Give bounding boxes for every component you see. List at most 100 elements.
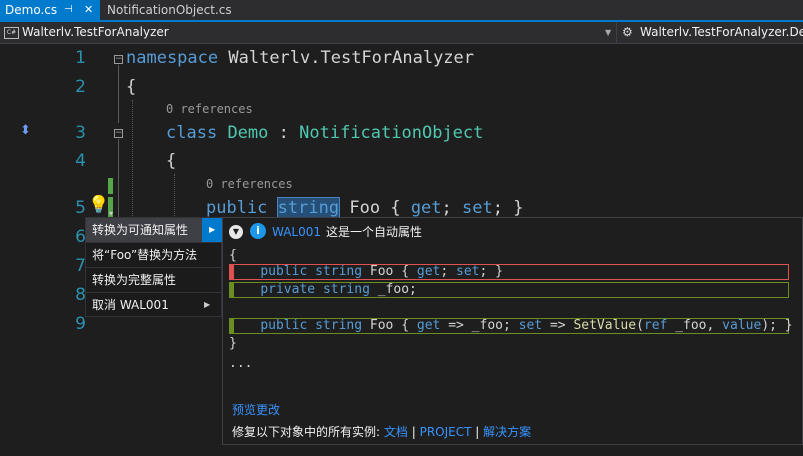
navbar-divider [616,22,617,43]
keyword: class [166,123,218,143]
line-number: 5 [75,198,86,218]
identifier: _foo, [675,318,715,333]
menu-item-suppress[interactable]: 取消 WAL001 ▶ [86,293,223,317]
member-dropdown[interactable]: ⚙ Walterlv.TestForAnalyzer.Demo [618,22,803,43]
tab-label: Demo.cs [5,3,58,17]
changed-line-marker [108,178,113,194]
lightbulb-icon[interactable]: 💡 [88,194,109,216]
keyword: public [260,318,308,333]
keyword: public [206,198,268,218]
keyword: private [260,282,316,297]
link-separator: | [411,425,416,439]
menu-item-convert-notifiable[interactable]: 转换为可通知属性 ▶ [86,218,223,242]
namespace-name: Walterlv.TestForAnalyzer [228,48,475,68]
line-number: 8 [75,285,86,305]
semicolon: ; [441,198,452,218]
class-name: Demo [227,123,269,143]
chevron-right-icon: ▶ [209,225,216,234]
line-number: 2 [75,77,86,97]
pin-icon[interactable]: ⊣ [64,0,73,20]
fix-preview-pane: ▼ i WAL001 这是一个自动属性 { public string Foo … [222,217,803,445]
brace: } [229,336,237,351]
semicolon: ; [492,198,503,218]
fold-line [118,65,119,123]
fix-all-document-link[interactable]: 文档 [384,425,408,439]
fix-all-solution-link[interactable]: 解决方案 [483,425,531,439]
line-number: 1 [75,48,86,68]
fold-line [118,139,119,219]
operator: => [448,318,464,333]
quick-actions-menu: 转换为可通知属性 ▶ 将“Foo”替换为方法 转换为完整属性 取消 WAL001… [85,217,223,317]
base-type: NotificationObject [299,123,484,143]
class-icon: ⚙ [622,25,633,39]
keyword: get [410,198,442,218]
menu-item-label: 取消 WAL001 [92,298,169,312]
brace: } [495,264,503,279]
code-line-4: { [166,151,176,171]
code-line-1: namespace Walterlv.TestForAnalyzer [126,48,474,68]
code-line-5: public string Foo { get; set; } [206,197,524,219]
selected-keyword: string [276,197,341,219]
member-label: Walterlv.TestForAnalyzer.Demo [640,25,803,39]
colon: : [278,123,289,143]
diagnostic-header: ▼ i WAL001 这是一个自动属性 [223,218,803,246]
property-name: Foo [349,198,381,218]
document-tab-bar: Demo.cs ⊣ ✕ NotificationObject.cs [0,0,803,22]
keyword: set [456,264,480,279]
brace: { [229,248,237,263]
line-number: 7 [75,256,86,276]
menu-item-replace-with-method[interactable]: 将“Foo”替换为方法 [86,243,223,267]
preview-code-line: private string _foo; [229,281,417,298]
csharp-project-icon: C# [4,27,19,39]
operator: => [549,318,566,333]
submenu-button[interactable]: ▶ [202,218,222,242]
collapse-icon[interactable]: − [114,55,123,64]
link-separator: | [475,425,480,439]
chevron-down-icon: ▼ [605,28,612,37]
brace: { [166,151,177,171]
tab-notificationobject-cs[interactable]: NotificationObject.cs [100,0,240,20]
menu-item-label: 转换为完整属性 [92,273,177,287]
code-line-2: { [126,77,136,97]
brace: { [126,77,137,97]
line-number: 4 [75,151,86,171]
paren: ( [636,318,644,333]
fix-all-label: 修复以下对象中的所有实例: [232,425,381,439]
ellipsis: ... [229,356,253,371]
line-number: 6 [75,227,86,247]
diagnostic-message: 这是一个自动属性 [326,225,423,239]
inheritance-glyph-icon[interactable]: ⬍ [20,123,31,138]
preview-code-line: } [229,335,237,352]
project-dropdown[interactable]: C# Walterlv.TestForAnalyzer ▼ [0,22,615,43]
diagnostic-id-link[interactable]: WAL001 [272,218,321,246]
menu-item-convert-full-property[interactable]: 转换为完整属性 [86,268,223,292]
paren: ); [761,318,777,333]
brace: { [390,198,401,218]
line-number: 3 [75,123,86,143]
codelens-references[interactable]: 0 references [166,102,253,116]
preview-changes-link[interactable]: 预览更改 [232,401,280,418]
semicolon: ; [479,264,488,279]
keyword: get [416,318,441,333]
codelens-references[interactable]: 0 references [206,177,293,191]
info-icon: i [250,223,266,239]
preview-code-line: public string Foo { get; set; } [229,263,503,280]
fix-all-project-link[interactable]: PROJECT [420,425,472,439]
code-line-3: class Demo : NotificationObject [166,123,483,143]
keyword: ref [643,318,668,333]
brace: } [513,198,524,218]
tab-demo-cs[interactable]: Demo.cs ⊣ ✕ [0,0,100,20]
indent-guide [132,100,133,220]
identifier: Foo [369,318,394,333]
collapse-icon[interactable]: ▼ [229,225,243,239]
brace: { [401,318,410,333]
keyword: public [260,264,308,279]
collapse-icon[interactable]: − [114,129,123,138]
preview-code-line: ... [229,355,252,372]
identifier: Foo [369,264,394,279]
close-icon[interactable]: ✕ [84,0,93,20]
brace: } [784,318,793,333]
semicolon: ; [440,264,449,279]
keyword: string [315,318,363,333]
line-number: 9 [75,314,86,334]
